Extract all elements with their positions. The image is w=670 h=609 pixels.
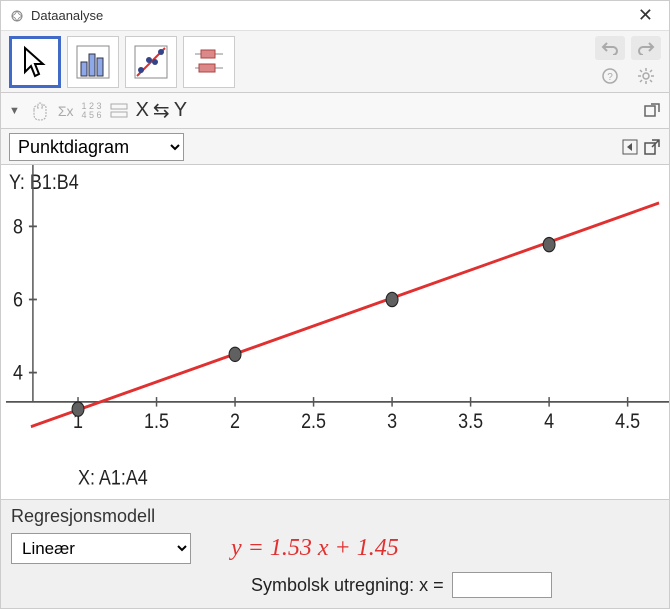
app-icon	[9, 8, 25, 24]
regression-line	[31, 203, 659, 427]
external-icon[interactable]	[643, 138, 661, 156]
plot-area[interactable]: Y: B1:B446811.522.533.544.5X: A1:A4	[1, 165, 669, 499]
chart-type-select[interactable]: Punktdiagram	[9, 133, 184, 161]
settings-button[interactable]	[631, 64, 661, 88]
pointer-tool[interactable]	[9, 36, 61, 88]
help-icon: ?	[601, 67, 619, 85]
y-tick-label: 4	[13, 361, 23, 385]
swap-icon[interactable]: ⇆	[153, 98, 170, 123]
regression-model-select[interactable]: Lineær	[11, 533, 191, 564]
data-point	[229, 347, 241, 361]
y-axis-label: Y	[174, 99, 187, 122]
regression-panel-title: Regresjonsmodell	[11, 506, 659, 527]
pointer-icon	[15, 42, 55, 82]
y-tick-label: 8	[13, 215, 23, 239]
undo-button[interactable]	[595, 36, 625, 60]
redo-button[interactable]	[631, 36, 661, 60]
bar-chart-tool[interactable]	[67, 36, 119, 88]
symbolic-input[interactable]	[452, 572, 552, 598]
popout-icon[interactable]	[643, 102, 661, 120]
x-range-label: X: A1:A4	[78, 466, 148, 490]
y-range-label: Y: B1:B4	[9, 170, 79, 194]
y-tick-label: 6	[13, 288, 23, 312]
window-title: Dataanalyse	[31, 8, 630, 23]
rows-icon[interactable]	[110, 99, 128, 123]
undo-icon	[601, 41, 619, 55]
prev-icon[interactable]	[621, 138, 639, 156]
x-tick-label: 3	[387, 410, 397, 434]
data-point	[543, 237, 555, 251]
symbolic-label: Symbolsk utregning: x =	[251, 575, 444, 596]
scatter-icon	[131, 42, 171, 82]
x-tick-label: 2.5	[301, 410, 326, 434]
numbers-icon[interactable]: 1 2 34 5 6	[82, 99, 102, 123]
x-tick-label: 4.5	[615, 410, 640, 434]
chevron-down-icon[interactable]: ▼	[9, 99, 20, 123]
xy-display: X ⇆ Y	[136, 98, 187, 123]
boxplot-tool[interactable]	[183, 36, 235, 88]
help-button[interactable]: ?	[595, 64, 625, 88]
boxplot-icon	[189, 42, 229, 82]
svg-text:?: ?	[607, 72, 613, 83]
scatter-tool[interactable]	[125, 36, 177, 88]
x-tick-label: 2	[230, 410, 240, 434]
redo-icon	[637, 41, 655, 55]
sigma-icon[interactable]: Σx	[58, 99, 74, 123]
regression-equation: y = 1.53 x + 1.45	[231, 535, 399, 562]
gear-icon	[637, 67, 655, 85]
x-tick-label: 4	[544, 410, 554, 434]
data-point	[386, 292, 398, 306]
x-tick-label: 1.5	[144, 410, 169, 434]
x-axis-label: X	[136, 99, 149, 122]
close-icon[interactable]: ✕	[630, 5, 661, 26]
x-tick-label: 3.5	[458, 410, 483, 434]
bar-chart-icon	[73, 42, 113, 82]
hand-icon[interactable]	[28, 99, 50, 123]
data-point	[72, 402, 84, 416]
